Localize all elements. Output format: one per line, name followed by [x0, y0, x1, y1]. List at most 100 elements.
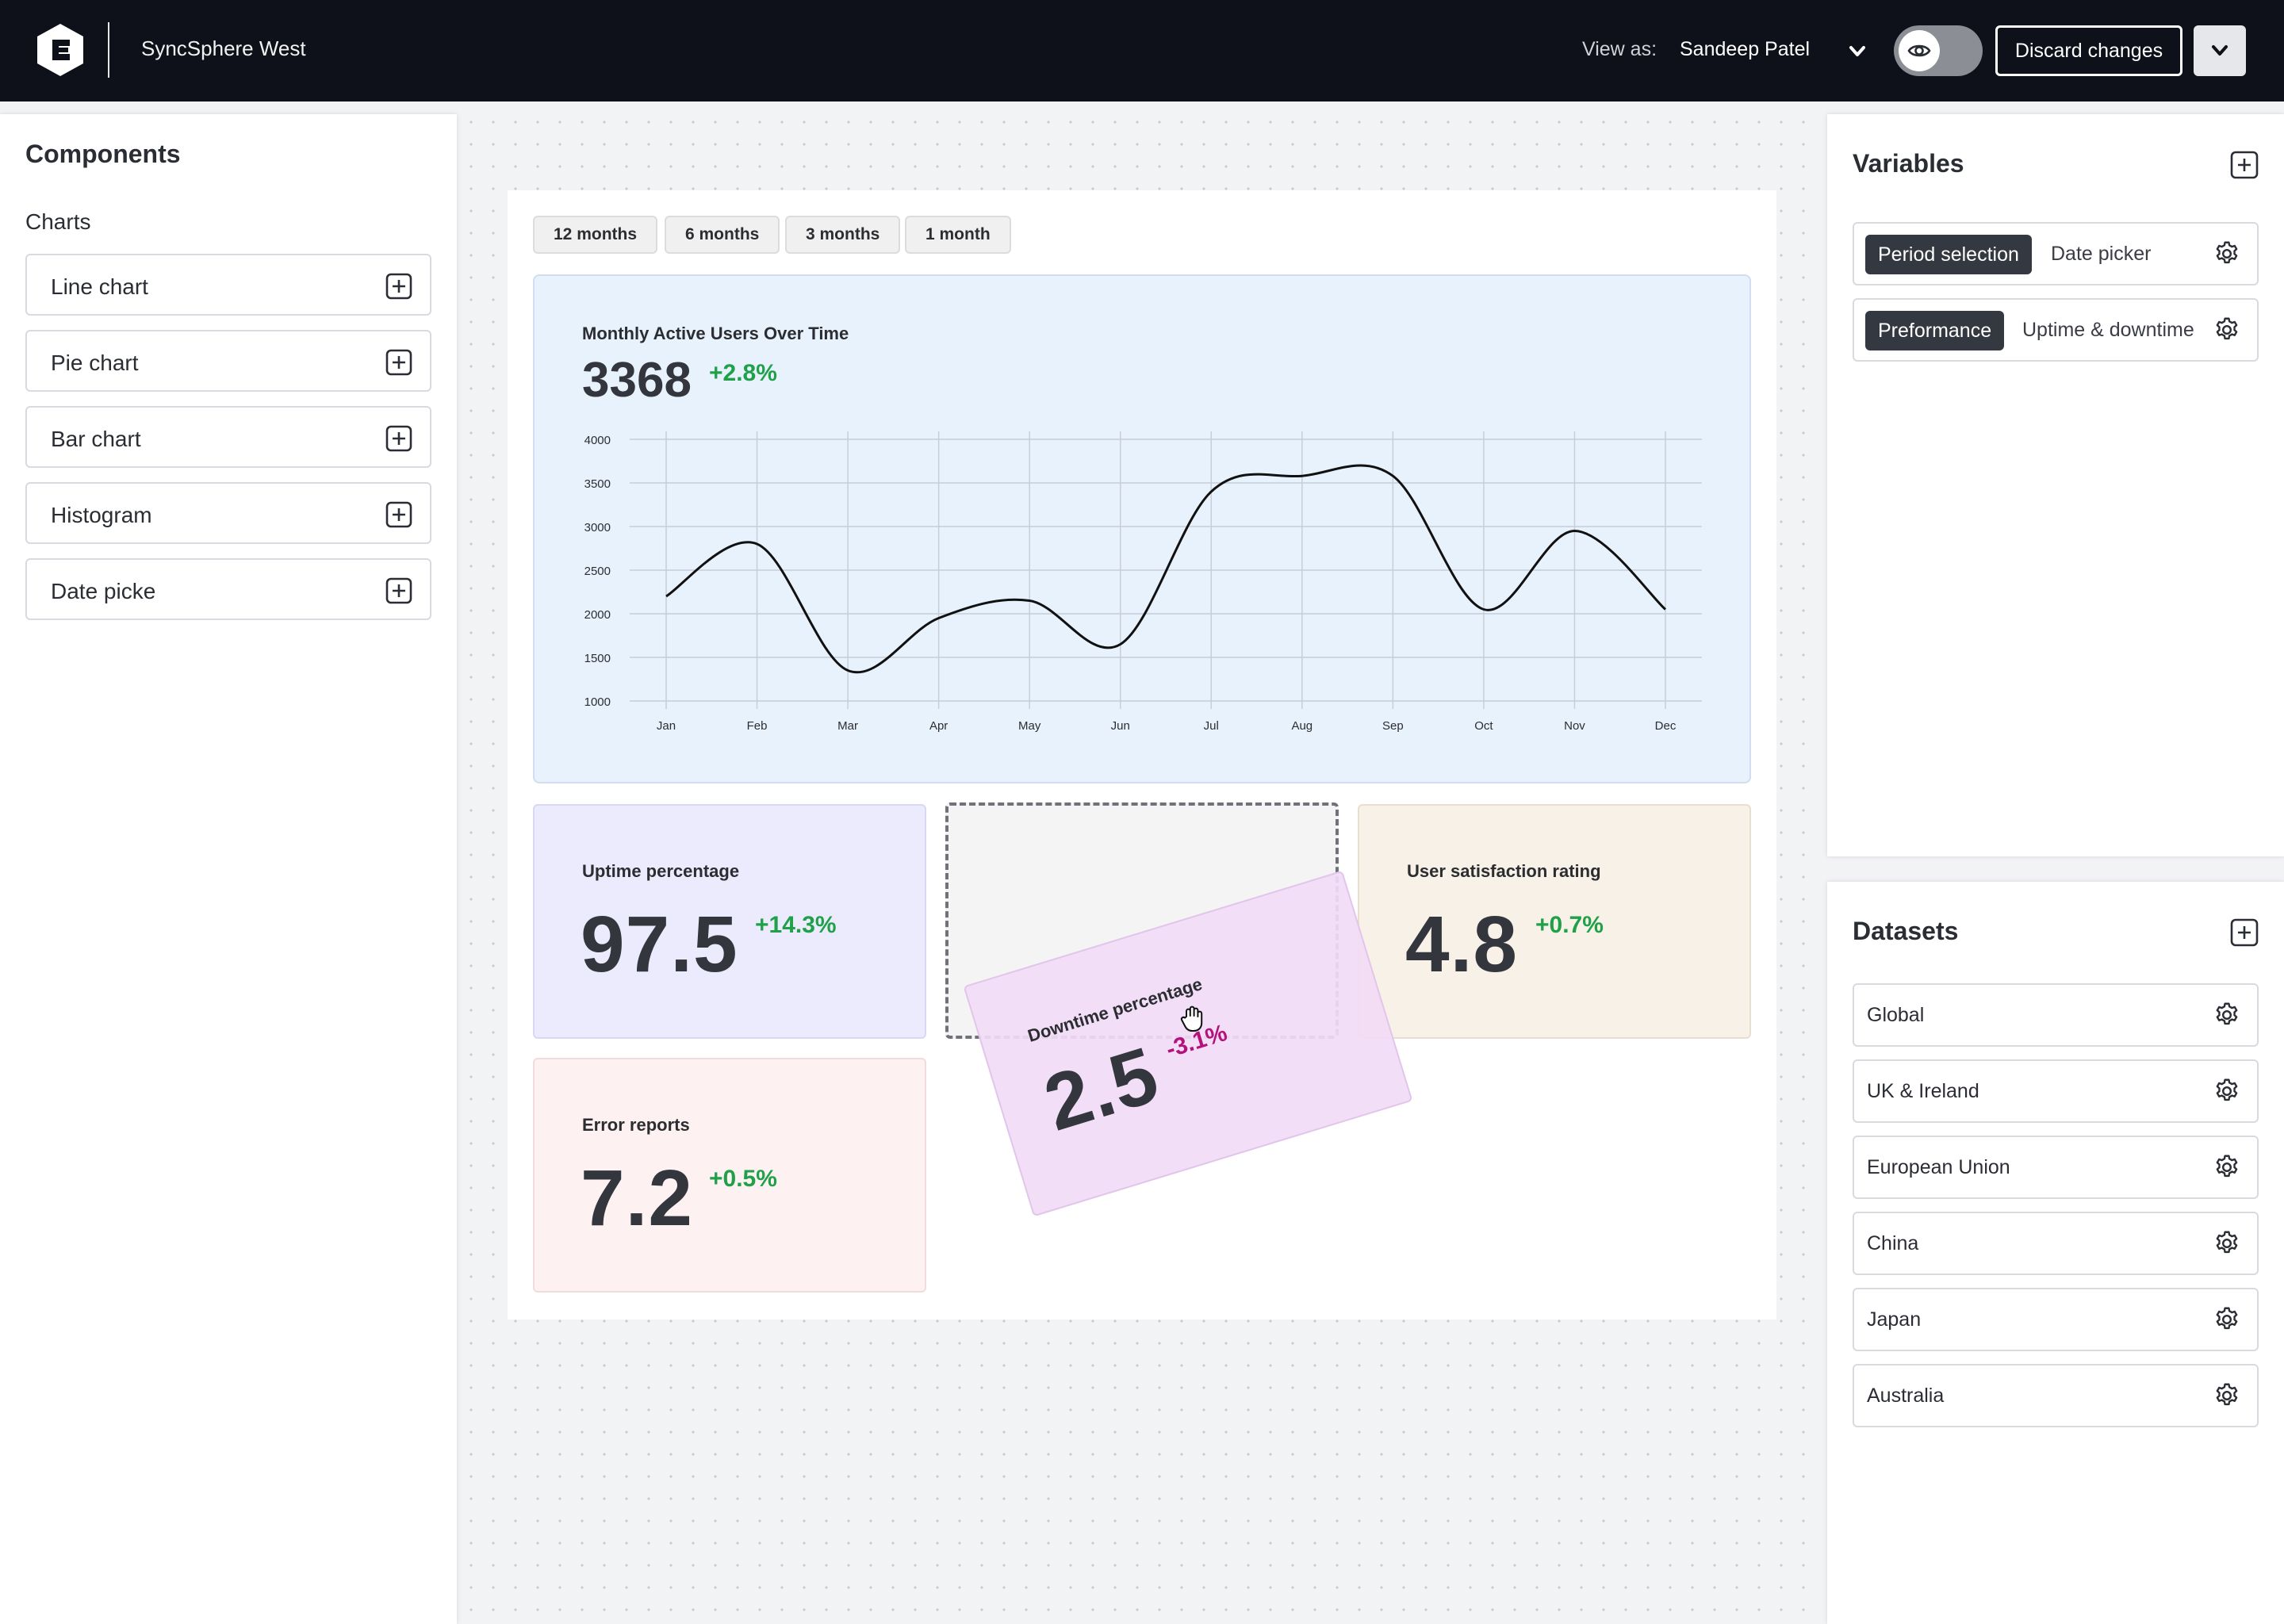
view-as-user-select[interactable]: Sandeep Patel [1680, 38, 1810, 61]
gear-icon[interactable] [2213, 1001, 2241, 1029]
add-icon[interactable] [385, 425, 412, 452]
dataset-label: Australia [1867, 1385, 1945, 1407]
x-tick-label: Sep [1382, 719, 1404, 733]
variable-type: Date picker [2051, 243, 2152, 265]
gear-icon[interactable] [2213, 1305, 2241, 1334]
uptime-title: Uptime percentage [582, 861, 740, 881]
gear-icon[interactable] [2213, 239, 2241, 268]
satisfaction-value: 4.8 [1405, 900, 1519, 989]
y-tick-label: 1500 [584, 652, 611, 665]
x-tick-label: Dec [1655, 719, 1677, 733]
x-tick-label: Aug [1291, 719, 1313, 733]
view-as-label: View as: [1582, 38, 1657, 60]
dataset-label: European Union [1867, 1156, 2010, 1178]
dataset-label: China [1867, 1232, 1919, 1254]
variables-panel-title: Variables [1853, 149, 1964, 178]
component-label: Bar chart [51, 427, 141, 451]
dataset-item-australia[interactable]: Australia [1853, 1364, 2259, 1427]
x-tick-label: Jul [1204, 719, 1219, 733]
error-reports-value: 7.2 [581, 1154, 694, 1243]
component-label: Pie chart [51, 350, 139, 375]
period-3-months-button[interactable]: 3 months [785, 216, 901, 254]
period-1-month-button[interactable]: 1 month [905, 216, 1011, 254]
dataset-item-china[interactable]: China [1853, 1212, 2259, 1275]
dataset-label: Japan [1867, 1308, 1922, 1331]
chevron-down-icon [2212, 45, 2228, 56]
more-options-button[interactable] [2194, 25, 2246, 76]
app-logo-icon[interactable] [35, 22, 86, 78]
gear-icon[interactable] [2213, 1153, 2241, 1182]
dataset-item-uk-ireland[interactable]: UK & Ireland [1853, 1059, 2259, 1123]
uptime-card[interactable]: Uptime percentage 97.5 +14.3% [533, 804, 926, 1039]
component-label: Date picke [51, 579, 156, 603]
error-reports-delta: +0.5% [709, 1166, 777, 1192]
x-tick-label: Mar [837, 719, 858, 733]
satisfaction-delta: +0.7% [1535, 912, 1604, 938]
downtime-value: 2.5 [1034, 1030, 1169, 1148]
variables-panel: Variables Period selection Date picker P… [1827, 114, 2284, 856]
dataset-item-global[interactable]: Global [1853, 983, 2259, 1047]
datasets-panel-title: Datasets [1853, 917, 1959, 945]
datasets-panel: Datasets Global UK & Ireland European Un… [1827, 882, 2284, 1624]
uptime-delta: +14.3% [755, 912, 837, 938]
add-icon[interactable] [385, 501, 412, 528]
gear-icon[interactable] [2213, 316, 2241, 344]
add-variable-icon[interactable] [2230, 151, 2259, 179]
uptime-value: 97.5 [581, 900, 738, 989]
add-icon[interactable] [385, 577, 412, 604]
y-tick-label: 1000 [584, 695, 611, 709]
satisfaction-title: User satisfaction rating [1407, 861, 1601, 881]
x-tick-label: Oct [1474, 719, 1493, 733]
add-icon[interactable] [385, 273, 412, 300]
eye-icon [1907, 44, 1931, 57]
dataset-label: UK & Ireland [1867, 1080, 1979, 1102]
add-icon[interactable] [385, 349, 412, 376]
topbar-divider [108, 22, 109, 78]
y-tick-label: 3500 [584, 477, 611, 491]
variable-item[interactable]: Period selection Date picker [1853, 222, 2259, 285]
dataset-item-european-union[interactable]: European Union [1853, 1136, 2259, 1199]
y-tick-label: 4000 [584, 434, 611, 447]
discard-changes-button[interactable]: Discard changes [1995, 25, 2182, 76]
y-tick-label: 2000 [584, 608, 611, 622]
y-tick-label: 3000 [584, 521, 611, 534]
error-reports-title: Error reports [582, 1115, 690, 1135]
component-pie-chart[interactable]: Pie chart [25, 330, 431, 392]
toggle-knob [1899, 30, 1940, 71]
component-bar-chart[interactable]: Bar chart [25, 406, 431, 468]
workspace-name[interactable]: SyncSphere West [141, 36, 306, 61]
series-line [665, 464, 1666, 674]
period-12-months-button[interactable]: 12 months [533, 216, 658, 254]
top-bar: SyncSphere West View as: Sandeep Patel D… [0, 0, 2284, 102]
component-label: Line chart [51, 274, 148, 299]
component-date-picker[interactable]: Date picke [25, 558, 431, 620]
line-chart-card[interactable]: Monthly Active Users Over Time 3368 +2.8… [533, 274, 1751, 783]
x-tick-label: Jan [657, 719, 676, 733]
variable-item[interactable]: Preformance Uptime & downtime [1853, 298, 2259, 362]
gear-icon[interactable] [2213, 1229, 2241, 1258]
dataset-label: Global [1867, 1004, 1925, 1026]
period-6-months-button[interactable]: 6 months [665, 216, 780, 254]
component-histogram[interactable]: Histogram [25, 482, 431, 544]
preview-toggle[interactable] [1894, 25, 1983, 76]
y-tick-label: 2500 [584, 565, 611, 578]
x-tick-label: Jun [1111, 719, 1130, 733]
gear-icon[interactable] [2213, 1077, 2241, 1105]
error-reports-card[interactable]: Error reports 7.2 +0.5% [533, 1058, 926, 1293]
dataset-item-japan[interactable]: Japan [1853, 1288, 2259, 1351]
variable-name-chip: Period selection [1865, 235, 2032, 274]
component-line-chart[interactable]: Line chart [25, 254, 431, 316]
x-tick-label: Feb [747, 719, 768, 733]
charts-section-label: Charts [25, 209, 91, 234]
variable-name-chip: Preformance [1865, 311, 2005, 350]
satisfaction-card[interactable]: User satisfaction rating 4.8 +0.7% [1358, 804, 1751, 1039]
add-dataset-icon[interactable] [2230, 918, 2259, 947]
chevron-down-icon[interactable] [1845, 40, 1870, 63]
gear-icon[interactable] [2213, 1381, 2241, 1410]
x-tick-label: Nov [1564, 719, 1585, 733]
line-chart: 4000 3500 3000 2500 2000 1500 1000 Jan Feb Mar Apr… [584, 431, 1702, 733]
components-panel-title: Components [25, 140, 181, 168]
x-tick-label: Apr [929, 719, 948, 733]
x-tick-label: May [1018, 719, 1041, 733]
grab-cursor-icon [1180, 1005, 1203, 1032]
